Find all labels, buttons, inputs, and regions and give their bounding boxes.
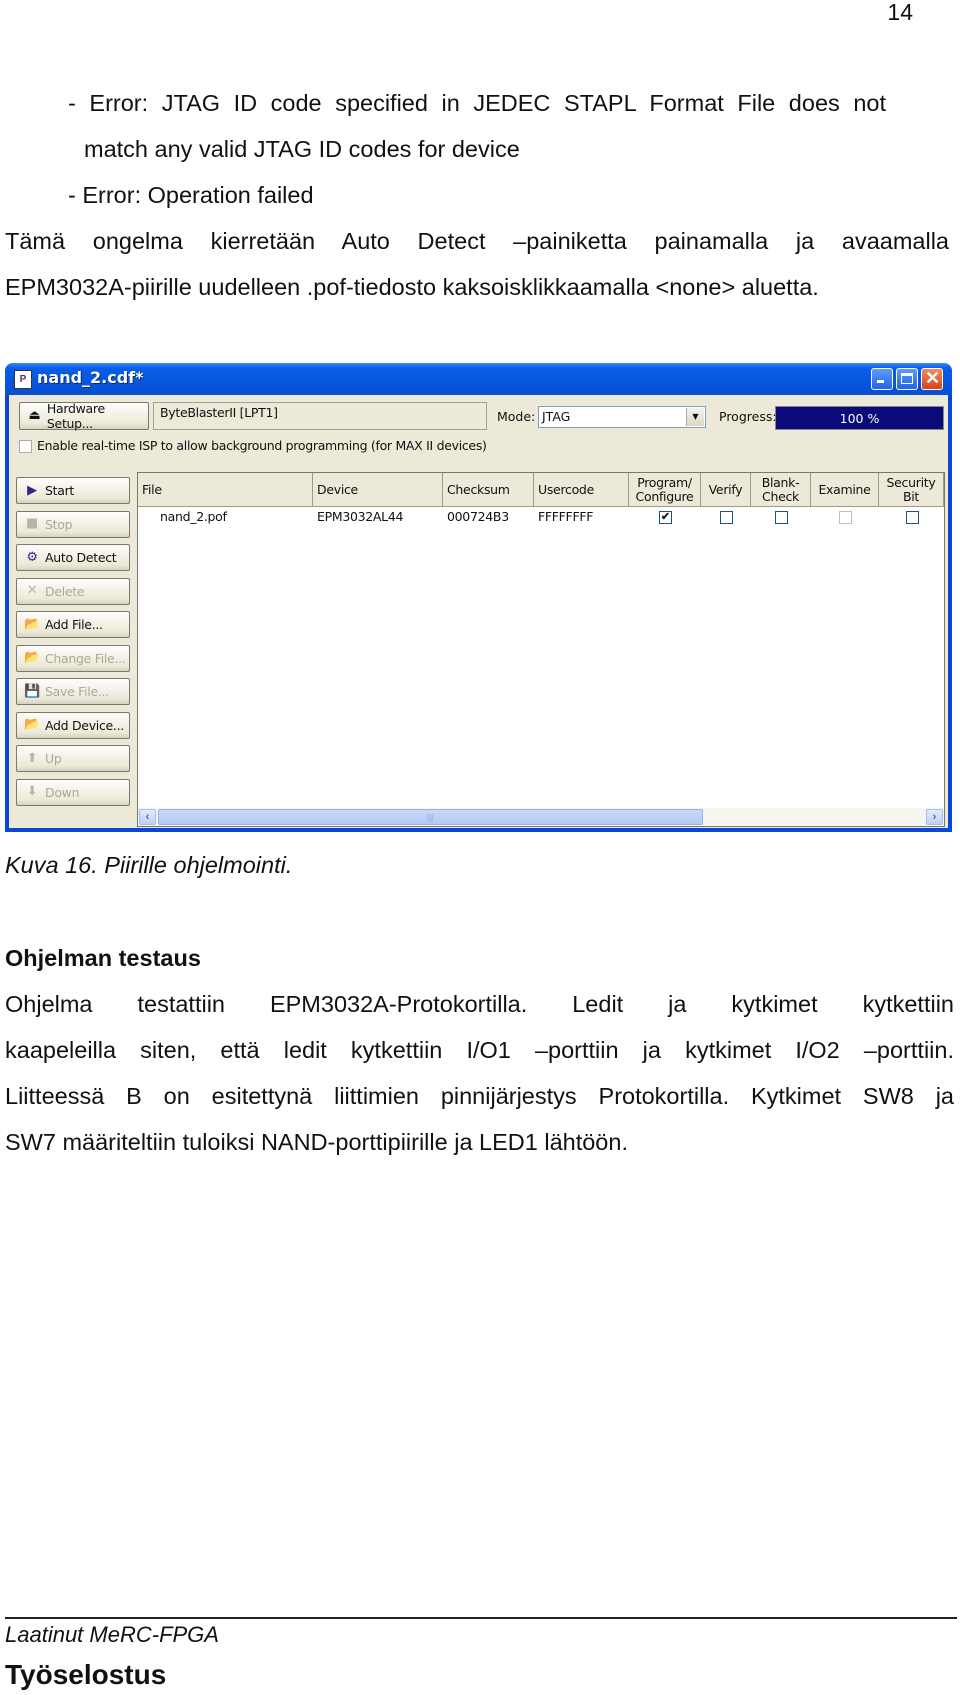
mode-label: Mode:	[497, 409, 536, 424]
table-row[interactable]: nand_2.pof EPM3032AL44 000724B3 FFFFFFFF ✔	[138, 473, 944, 524]
programmer-icon: P	[14, 370, 32, 389]
progress-bar: 100 %	[775, 406, 944, 430]
close-icon: ✕	[925, 368, 941, 388]
scroll-right-icon[interactable]: ›	[926, 809, 943, 825]
body-line: SW7 määriteltiin tuloiksi NAND-porttipii…	[5, 1129, 628, 1155]
button-label: Add Device...	[45, 717, 124, 733]
figure-caption: Kuva 16. Piirille ohjelmointi.	[5, 852, 293, 878]
hardware-setup-button[interactable]: ⏏ Hardware Setup...	[19, 401, 149, 431]
body-line: kaapeleilla siten, että ledit kytkettiin…	[5, 1037, 954, 1063]
checkbox-verify[interactable]	[720, 511, 733, 524]
body-line: Ohjelma testattiin EPM3032A-Protokortill…	[5, 991, 954, 1017]
body-line: Liitteessä B on esitettynä liittimien pi…	[5, 1083, 954, 1109]
add-file-button[interactable]: 📂 Add File...	[16, 611, 130, 638]
stop-button[interactable]: ■ Stop	[16, 510, 130, 538]
hardware-setup-label: Hardware Setup...	[46, 401, 105, 431]
add-device-button[interactable]: 📂 Add Device...	[16, 711, 130, 739]
delete-button[interactable]: ✕ Delete	[16, 577, 130, 605]
add-device-icon: 📂	[24, 717, 40, 732]
stop-icon: ■	[26, 516, 38, 531]
start-button[interactable]: ▶ Start	[16, 477, 130, 504]
isp-checkbox-label[interactable]: Enable real-time ISP to allow background…	[37, 438, 487, 453]
intro-line: match any valid JTAG ID codes for device	[84, 136, 520, 162]
chevron-down-icon[interactable]: ▼	[686, 408, 704, 426]
button-label: Change File...	[45, 650, 126, 666]
device-file-list: File Device Checksum Usercode Program/Config…	[137, 472, 945, 827]
auto-detect-icon: ⚙	[26, 549, 38, 565]
minimize-button[interactable]	[871, 368, 893, 390]
start-icon: ▶	[27, 482, 37, 498]
intro-line: Tämä ongelma kierretään Auto Detect –pai…	[5, 228, 949, 254]
window-title: nand_2.cdf*	[37, 368, 144, 387]
progress-label: Progress:	[719, 409, 777, 424]
quartus-programmer-window: P nand_2.cdf* ✕ ⏏ Hardware Setup... Byte…	[5, 363, 952, 832]
cell-checksum: 000724B3	[447, 509, 509, 524]
button-label: Up	[45, 751, 62, 766]
delete-icon: ✕	[26, 583, 38, 598]
cell-usercode: FFFFFFFF	[538, 509, 594, 524]
intro-line: EPM3032A-piirille uudelleen .pof-tiedost…	[5, 274, 819, 300]
button-label: Save File...	[45, 684, 109, 699]
button-label: Down	[45, 784, 80, 800]
intro-line: - Error: Operation failed	[68, 182, 314, 208]
hardware-icon: ⏏	[28, 408, 41, 423]
footer-document-title: Työselostus	[5, 1659, 167, 1690]
close-button[interactable]: ✕	[921, 368, 943, 390]
body-paragraph: Ohjelma testattiin EPM3032A-Protokortill…	[5, 990, 954, 1174]
maximize-button[interactable]	[896, 368, 918, 390]
cell-device: EPM3032AL44	[317, 509, 404, 524]
checkbox-blank-check[interactable]	[775, 511, 788, 524]
up-arrow-icon: ⬆	[26, 750, 38, 766]
grip-icon: |||	[427, 813, 434, 822]
up-button[interactable]: ⬆ Up	[16, 745, 130, 772]
save-file-button[interactable]: 💾 Save File...	[16, 678, 130, 705]
scrollbar-thumb[interactable]: |||	[158, 809, 703, 825]
isp-checkbox[interactable]	[19, 440, 32, 453]
change-file-button[interactable]: 📂 Change File...	[16, 644, 130, 672]
title-bar[interactable]: P nand_2.cdf* ✕	[5, 363, 952, 395]
change-file-icon: 📂	[24, 650, 40, 665]
footer-author: Laatinut MeRC-FPGA	[5, 1622, 219, 1647]
button-label: Delete	[45, 583, 85, 599]
page-number: 14	[887, 0, 913, 25]
button-label: Start	[45, 483, 75, 498]
minimize-icon	[877, 380, 884, 383]
checkbox-program-configure[interactable]: ✔	[659, 511, 672, 524]
progress-text: 100 %	[839, 411, 880, 426]
section-heading: Ohjelman testaus	[5, 945, 201, 971]
button-label: Auto Detect	[45, 550, 117, 565]
auto-detect-button[interactable]: ⚙ Auto Detect	[16, 544, 130, 571]
hardware-field: ByteBlasterII [LPT1]	[153, 402, 487, 430]
checkbox-security-bit[interactable]	[905, 511, 919, 524]
down-button[interactable]: ⬇ Down	[16, 778, 130, 806]
mode-select[interactable]: JTAG ▼	[538, 406, 706, 428]
horizontal-scrollbar[interactable]: ‹ ||| ›	[138, 808, 944, 826]
add-file-icon: 📂	[24, 616, 40, 632]
cell-file: nand_2.pof	[160, 509, 227, 524]
button-label: Add File...	[45, 617, 103, 632]
footer-divider	[5, 1617, 957, 1619]
mode-value: JTAG	[542, 409, 571, 424]
maximize-icon	[901, 373, 913, 384]
save-file-icon: 💾	[24, 683, 40, 699]
intro-line: - Error: JTAG ID code specified in JEDEC…	[68, 90, 886, 116]
button-label: Stop	[45, 516, 73, 532]
scroll-left-icon[interactable]: ‹	[139, 809, 156, 825]
window-client: ⏏ Hardware Setup... ByteBlasterII [LPT1]…	[9, 395, 948, 828]
checkbox-examine	[839, 511, 852, 524]
down-arrow-icon: ⬇	[26, 784, 38, 799]
